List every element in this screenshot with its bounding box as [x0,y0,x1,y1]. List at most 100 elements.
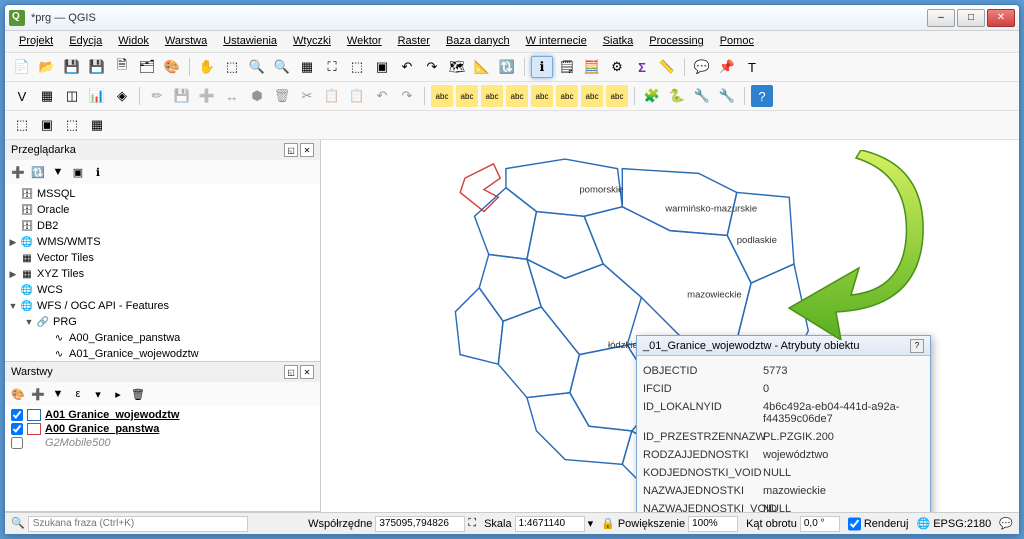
field-calc-icon[interactable]: 🧮 [581,56,603,78]
zoom-input[interactable] [688,516,738,532]
menu-baza[interactable]: Baza danych [438,31,518,52]
copy-icon[interactable]: 📋 [321,85,343,107]
tree-item[interactable]: ▶▦XYZ Tiles [7,266,318,282]
zoom-selection-icon[interactable]: ⬚ [346,56,368,78]
label1-icon[interactable]: abc [431,85,453,107]
search-input[interactable] [28,516,248,532]
menu-pomoc[interactable]: Pomoc [712,31,762,52]
maptips-icon[interactable]: 💬 [691,56,713,78]
menu-edycja[interactable]: Edycja [61,31,110,52]
zoom-native-icon[interactable]: ▦ [296,56,318,78]
measure-icon[interactable]: 📏 [656,56,678,78]
add-feature-icon[interactable]: ➕ [196,85,218,107]
layers-collapse-icon[interactable]: ▸ [109,385,127,403]
tree-item[interactable]: ▦Vector Tiles [7,250,318,266]
select-form-icon[interactable]: ▣ [36,114,58,136]
zoomin-icon[interactable]: 🔍 [246,56,268,78]
add-csv-icon[interactable]: 📊 [86,85,108,107]
zoomout-icon[interactable]: 🔍 [271,56,293,78]
cut-icon[interactable]: ✂ [296,85,318,107]
stats-icon[interactable]: Σ [631,56,653,78]
menu-warstwa[interactable]: Warstwa [157,31,215,52]
tree-item[interactable]: 🗄MSSQL [7,186,318,202]
deselect-icon[interactable]: ⬚ [61,114,83,136]
menu-internet[interactable]: W internecie [518,31,595,52]
toolbox-icon[interactable]: ⚙ [606,56,628,78]
edit-toggle-icon[interactable]: ✏ [146,85,168,107]
layer-item[interactable]: G2Mobile500 [7,436,318,450]
label5-icon[interactable]: abc [531,85,553,107]
menu-ustawienia[interactable]: Ustawienia [215,31,285,52]
python-icon[interactable]: 🐍 [666,85,688,107]
layers-tree[interactable]: A01 Granice_wojewodztwA00 Granice_panstw… [5,406,320,511]
zoom-full-icon[interactable]: ⛶ [321,56,343,78]
redo-icon[interactable]: ↷ [396,85,418,107]
tree-item[interactable]: ∿A01_Granice_wojewodztw [7,346,318,361]
layers-close-icon[interactable]: ✕ [300,365,314,379]
dialog-help-icon[interactable]: ? [910,339,924,353]
maximize-button[interactable]: □ [957,9,985,27]
browser-filter-icon[interactable]: ▼ [49,163,67,181]
browser-props-icon[interactable]: ℹ [89,163,107,181]
tree-item[interactable]: ▼🔗PRG [7,314,318,330]
new-3dview-icon[interactable]: 📐 [471,56,493,78]
label2-icon[interactable]: abc [456,85,478,107]
select-icon[interactable]: ⬚ [11,114,33,136]
tree-item[interactable]: 🗄DB2 [7,218,318,234]
add-vector-icon[interactable]: V [11,85,33,107]
add-mesh-icon[interactable]: ◫ [61,85,83,107]
extents-icon[interactable]: ⛶ [468,517,476,530]
zoom-last-icon[interactable]: ↶ [396,56,418,78]
menu-processing[interactable]: Processing [641,31,711,52]
messages-icon[interactable]: 💬 [999,517,1013,530]
layers-remove-icon[interactable]: 🗑 [129,385,147,403]
lock-icon[interactable]: 🔒 [601,517,615,530]
menu-projekt[interactable]: Projekt [11,31,61,52]
help-icon[interactable]: ? [751,85,773,107]
menu-wtyczki[interactable]: Wtyczki [285,31,339,52]
render-checkbox[interactable] [848,516,861,532]
menu-widok[interactable]: Widok [110,31,157,52]
layers-filter-icon[interactable]: ▼ [49,385,67,403]
layers-expr-icon[interactable]: ε [69,385,87,403]
close-button[interactable]: ✕ [987,9,1015,27]
minimize-button[interactable]: – [927,9,955,27]
layout-icon[interactable]: 🗎 [111,56,133,78]
browser-add-icon[interactable]: ➕ [9,163,27,181]
text-annotation-icon[interactable]: T [741,56,763,78]
label3-icon[interactable]: abc [481,85,503,107]
zoom-layer-icon[interactable]: ▣ [371,56,393,78]
crs-icon[interactable]: 🌐 [917,517,931,530]
menu-wektor[interactable]: Wektor [339,31,390,52]
add-virtual-icon[interactable]: ◈ [111,85,133,107]
label7-icon[interactable]: abc [581,85,603,107]
pan-selection-icon[interactable]: ⬚ [221,56,243,78]
paste-icon[interactable]: 📋 [346,85,368,107]
browser-close-icon[interactable]: ✕ [300,143,314,157]
move-feature-icon[interactable]: ↔ [221,85,243,107]
label8-icon[interactable]: abc [606,85,628,107]
new-project-icon[interactable]: 📄 [11,56,33,78]
browser-refresh-icon[interactable]: 🔃 [29,163,47,181]
tree-item[interactable]: ▶🌐WMS/WMTS [7,234,318,250]
layer-item[interactable]: A00 Granice_panstwa [7,422,318,436]
browser-collapse-icon[interactable]: ▣ [69,163,87,181]
saveas-icon[interactable]: 💾 [86,56,108,78]
layout-manager-icon[interactable]: 🗂 [136,56,158,78]
refresh-icon[interactable]: 🔃 [496,56,518,78]
label4-icon[interactable]: abc [506,85,528,107]
rot-input[interactable] [800,516,840,532]
tree-item[interactable]: ▼🌐WFS / OGC API - Features [7,298,318,314]
tree-item[interactable]: 🗄Oracle [7,202,318,218]
plugin2-icon[interactable]: 🔧 [691,85,713,107]
layers-style-icon[interactable]: 🎨 [9,385,27,403]
pan-icon[interactable]: ✋ [196,56,218,78]
label6-icon[interactable]: abc [556,85,578,107]
browser-undock-icon[interactable]: ◱ [284,143,298,157]
layers-undock-icon[interactable]: ◱ [284,365,298,379]
save-edits-icon[interactable]: 💾 [171,85,193,107]
open-project-icon[interactable]: 📂 [36,56,58,78]
layers-add-icon[interactable]: ➕ [29,385,47,403]
new-mapview-icon[interactable]: 🗺 [446,56,468,78]
attributes-icon[interactable]: 🗒 [556,56,578,78]
